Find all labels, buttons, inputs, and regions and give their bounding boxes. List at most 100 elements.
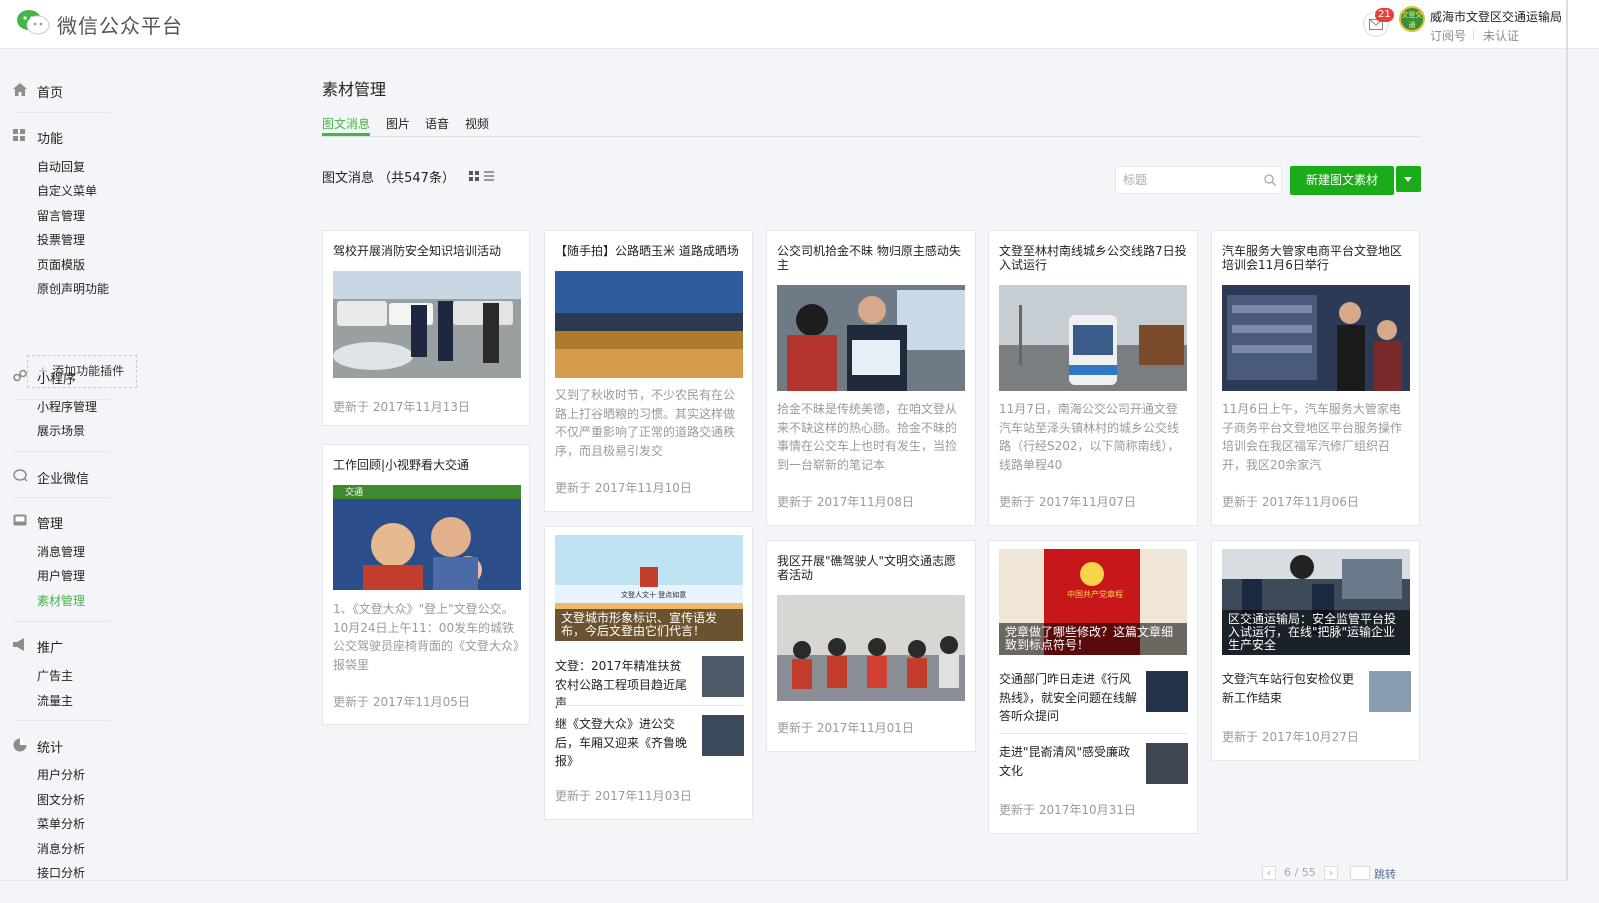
scrollbar[interactable] <box>1566 0 1568 903</box>
sidebar-item-votes[interactable]: 投票管理 <box>37 231 85 248</box>
sidebar-group-label: 管理 <box>37 517 64 532</box>
sidebar-item-display-scenes[interactable]: 展示场景 <box>37 422 85 439</box>
article-card[interactable]: 驾校开展消防安全知识培训活动 更新于 2017年11月13日 <box>322 230 530 426</box>
article-title[interactable]: 公交司机拾金不昧 物归原主感动失主 <box>777 244 965 272</box>
prev-page-button[interactable]: ‹ <box>1262 866 1276 880</box>
article-title[interactable]: 区交通运输局：安全监管平台投入试运行，在线"把脉"运输企业生产安全 <box>1222 610 1410 655</box>
sub-article-title[interactable]: 交通部门昨日走进《行风热线》，就安全问题在线解答听众提问 <box>999 670 1137 726</box>
sidebar-item-custom-menu[interactable]: 自定义菜单 <box>37 182 97 199</box>
home-icon <box>13 83 27 96</box>
divider <box>13 451 111 452</box>
sidebar-item-page-templates[interactable]: 页面模版 <box>37 256 85 273</box>
article-title[interactable]: 工作回顾|小视野看大交通 <box>333 458 521 472</box>
article-cover-image <box>555 271 743 378</box>
update-date: 更新于 2017年11月01日 <box>777 721 914 735</box>
sidebar-item-message-manage[interactable]: 消息管理 <box>37 543 85 560</box>
divider <box>13 720 111 721</box>
tab-images[interactable]: 图片 <box>386 115 410 132</box>
sidebar-item-menu-analysis[interactable]: 菜单分析 <box>37 815 85 832</box>
article-card[interactable]: 文登至林村南线城乡公交线路7日投入试运行 11月7日，南海公交公司开通文登汽车站… <box>988 230 1198 526</box>
page-indicator: 6 / 55 <box>1284 866 1316 879</box>
update-date: 更新于 2017年11月08日 <box>777 495 914 509</box>
grid-view-icon[interactable] <box>469 171 479 181</box>
tab-voice[interactable]: 语音 <box>425 115 449 132</box>
list-view-icon[interactable] <box>484 171 494 181</box>
article-summary: 11月7日，南海公交公司开通文登汽车站至泽头镇林村的城乡公交线路（行经S202，… <box>999 402 1180 472</box>
wechat-logo-icon[interactable] <box>16 8 50 36</box>
cover-illustration <box>999 285 1187 391</box>
article-title[interactable]: 文登城市形象标识、宣传语发布，今后文登由它们代言！ <box>555 609 743 641</box>
article-card[interactable]: 公交司机拾金不昧 物归原主感动失主 拾金不昧是传统美德，在咱文登从来不缺这样的热… <box>766 230 976 526</box>
sub-article[interactable]: 交通部门昨日走进《行风热线》，就安全问题在线解答听众提问 <box>989 663 1197 733</box>
article-cover-image <box>333 271 521 378</box>
article-title[interactable]: 党章做了哪些修改？这篇文章细致到标点符号！ <box>999 623 1187 655</box>
sub-article[interactable]: 走进"昆嵛清风"感受廉政文化 <box>989 735 1197 790</box>
sidebar-item-comments[interactable]: 留言管理 <box>37 207 85 224</box>
page-number-input[interactable] <box>1350 866 1370 880</box>
article-title[interactable]: 【随手拍】公路晒玉米 道路成晒场 <box>555 244 743 258</box>
sub-article[interactable]: 继《文登大众》进公交后，车厢又迎来《齐鲁晚报》 <box>545 707 752 768</box>
article-title[interactable]: 驾校开展消防安全知识培训活动 <box>333 244 521 258</box>
article-card[interactable]: 汽车服务大管家电商平台文登地区培训会11月6日举行 11月6日上午，汽车服务大管… <box>1211 230 1420 526</box>
verify-status[interactable]: 未认证 <box>1483 27 1519 44</box>
tab-video[interactable]: 视频 <box>465 115 489 132</box>
sub-article-thumbnail <box>1146 671 1188 712</box>
app-title[interactable]: 微信公众平台 <box>57 10 183 39</box>
article-card-multi[interactable]: 中国共产党章程 党章做了哪些修改？这篇文章细致到标点符号！ 交通部门昨日走进《行… <box>988 540 1198 834</box>
sidebar-item-api-analysis[interactable]: 接口分析 <box>37 864 85 881</box>
search-icon[interactable] <box>1264 174 1276 186</box>
sidebar-item-miniprogram-manage[interactable]: 小程序管理 <box>37 398 97 415</box>
sidebar-item-label: 首页 <box>37 86 64 101</box>
chat-bubble-icon <box>13 469 28 482</box>
next-page-button[interactable]: › <box>1324 866 1338 880</box>
update-date: 更新于 2017年11月05日 <box>333 695 470 709</box>
sidebar-item-material-manage[interactable]: 素材管理 <box>37 592 85 609</box>
sub-article-title[interactable]: 文登汽车站行包安检仪更新工作结束 <box>1222 670 1360 707</box>
top-bar: 微信公众平台 21 文登交通 威海市文登区交通运输局 订阅号 未认证 <box>0 0 1599 49</box>
sub-article[interactable]: 文登：2017年精准扶贫 农村公路工程项目趋近尾声 <box>545 649 752 710</box>
article-card-multi[interactable]: 文登人文十 登点如意 文登城市形象标识、宣传语发布，今后文登由它们代言！ 文登：… <box>544 526 753 820</box>
article-cover-image[interactable]: 文登人文十 登点如意 文登城市形象标识、宣传语发布，今后文登由它们代言！ <box>555 535 743 641</box>
article-cover-image[interactable]: 区交通运输局：安全监管平台投入试运行，在线"把脉"运输企业生产安全 <box>1222 549 1410 655</box>
new-article-dropdown-button[interactable] <box>1396 166 1421 192</box>
pagination: ‹ 6 / 55 › 跳转 <box>1262 866 1422 881</box>
sidebar-item-user-analysis[interactable]: 用户分析 <box>37 766 85 783</box>
account-avatar[interactable]: 文登交通 <box>1399 6 1425 32</box>
cover-illustration <box>777 595 965 701</box>
update-date: 更新于 2017年11月13日 <box>333 400 470 414</box>
sidebar-item-advertiser[interactable]: 广告主 <box>37 667 73 684</box>
article-cover-image[interactable]: 中国共产党章程 党章做了哪些修改？这篇文章细致到标点符号！ <box>999 549 1187 655</box>
article-cover-image <box>1222 285 1410 391</box>
new-article-button[interactable]: 新建图文素材 <box>1290 166 1394 195</box>
divider <box>13 497 111 498</box>
sidebar-item-original-declaration[interactable]: 原创声明功能 <box>37 280 109 297</box>
article-title[interactable]: 我区开展"礁驾驶人"文明交通志愿者活动 <box>777 554 965 582</box>
sub-article-title[interactable]: 走进"昆嵛清风"感受廉政文化 <box>999 743 1137 780</box>
caret-down-icon <box>1404 177 1412 182</box>
article-card[interactable]: 我区开展"礁驾驶人"文明交通志愿者活动 更新于 2017年11月01日 <box>766 540 976 752</box>
sidebar-item-auto-reply[interactable]: 自动回复 <box>37 158 85 175</box>
tab-articles[interactable]: 图文消息 <box>322 115 370 132</box>
article-title[interactable]: 文登至林村南线城乡公交线路7日投入试运行 <box>999 244 1187 272</box>
article-summary: 拾金不昧是传统美德，在咱文登从来不缺这样的热心肠。拾金不昧的事情在公交车上也时有… <box>777 402 958 472</box>
sidebar-item-publisher[interactable]: 流量主 <box>37 692 73 709</box>
sidebar-item-article-analysis[interactable]: 图文分析 <box>37 791 85 808</box>
sidebar-item-user-manage[interactable]: 用户管理 <box>37 567 85 584</box>
bottom-bar <box>0 880 1568 903</box>
sub-article[interactable]: 文登汽车站行包安检仪更新工作结束 <box>1212 663 1419 723</box>
cover-banner-text: 交通 <box>345 486 363 498</box>
article-card-multi[interactable]: 区交通运输局：安全监管平台投入试运行，在线"把脉"运输企业生产安全 文登汽车站行… <box>1211 540 1420 761</box>
article-card[interactable]: 工作回顾|小视野看大交通 交通 1、《文登大众》"登上"文登公交。10月24日上… <box>322 444 530 725</box>
article-title[interactable]: 汽车服务大管家电商平台文登地区培训会11月6日举行 <box>1222 244 1410 272</box>
search-input[interactable] <box>1116 167 1256 193</box>
search-box <box>1115 166 1282 194</box>
sub-article-title[interactable]: 继《文登大众》进公交后，车厢又迎来《齐鲁晚报》 <box>555 715 693 771</box>
update-date: 更新于 2017年11月06日 <box>1222 495 1359 509</box>
divider <box>555 705 743 706</box>
cover-illustration <box>555 271 743 378</box>
article-card[interactable]: 【随手拍】公路晒玉米 道路成晒场 又到了秋收时节，不少农民有在公路上打谷晒粮的习… <box>544 230 753 512</box>
divider <box>322 136 1421 137</box>
sidebar-item-message-analysis[interactable]: 消息分析 <box>37 840 85 857</box>
megaphone-icon <box>13 638 24 651</box>
article-cover-image <box>999 285 1187 391</box>
